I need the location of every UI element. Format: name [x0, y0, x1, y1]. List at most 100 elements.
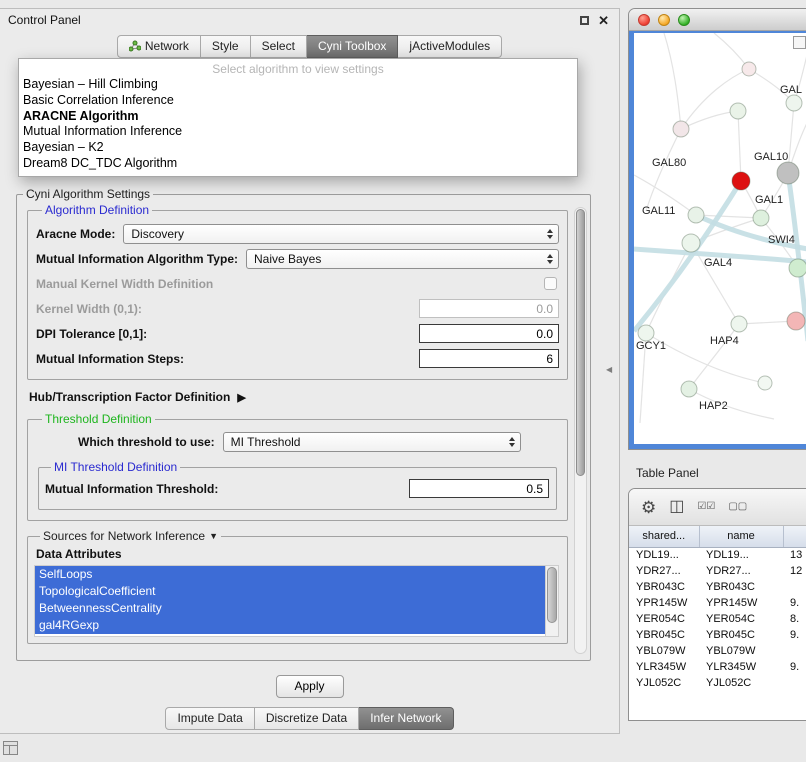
table-row[interactable]: YDL19...YDL19...13: [629, 547, 806, 563]
column-header[interactable]: shared...: [629, 526, 699, 547]
show-columns-icon[interactable]: ◫: [669, 499, 684, 515]
attribute-item[interactable]: TopologicalCoefficient: [35, 583, 545, 600]
table-cell: YLR345W: [699, 659, 783, 675]
column-header[interactable]: name: [699, 526, 783, 547]
table-row[interactable]: YER054CYER054C8.: [629, 611, 806, 627]
table-cell: [783, 579, 806, 595]
network-node[interactable]: [786, 95, 802, 111]
kernel-width-field[interactable]: [419, 299, 559, 318]
algorithm-option[interactable]: ARACNE Algorithm: [19, 109, 577, 125]
table-row[interactable]: YBR043CYBR043C: [629, 579, 806, 595]
network-node[interactable]: [758, 376, 772, 390]
which-threshold-select[interactable]: MI Threshold: [223, 432, 521, 452]
network-node[interactable]: [682, 234, 700, 252]
network-node[interactable]: [638, 325, 654, 341]
algorithm-option[interactable]: Basic Correlation Inference: [19, 93, 577, 109]
kernel-width-label: Kernel Width (0,1):: [36, 302, 142, 316]
dpi-tolerance-row: DPI Tolerance [0,1]:: [36, 321, 559, 346]
network-edge: [681, 111, 738, 129]
close-traffic-light[interactable]: [638, 14, 650, 26]
network-graph[interactable]: GAL80GAL10GAL11GAL1SWI4GAL4GCY1HAP4HAP2G…: [634, 33, 806, 444]
column-header[interactable]: [783, 526, 806, 547]
select-all-icon[interactable]: ☑☑: [697, 502, 715, 512]
network-edge: [664, 33, 681, 129]
scrollbar-thumb[interactable]: [547, 567, 557, 623]
tab-jactivemodules[interactable]: jActiveModules: [398, 35, 502, 58]
attribute-item[interactable]: BetweennessCentrality: [35, 600, 545, 617]
mi-steps-field[interactable]: [419, 349, 559, 368]
attribute-item[interactable]: gal4RGexp: [35, 617, 545, 634]
table-row[interactable]: YBR045CYBR045C9.: [629, 627, 806, 643]
expand-right-icon[interactable]: ▶: [237, 391, 245, 404]
network-node[interactable]: [731, 316, 747, 332]
algorithm-option[interactable]: Bayesian – Hill Climbing: [19, 77, 577, 93]
network-node[interactable]: [787, 312, 805, 330]
node-label: HAP2: [699, 400, 728, 412]
window-titlebar[interactable]: [629, 9, 806, 31]
chevron-updown-icon: [509, 437, 515, 447]
tab-select[interactable]: Select: [251, 35, 307, 58]
chevron-updown-icon: [547, 229, 553, 239]
table-row[interactable]: YDR27...YDR27...12: [629, 563, 806, 579]
birdseye-toggle[interactable]: [793, 36, 806, 49]
algorithm-option[interactable]: Bayesian – K2: [19, 140, 577, 156]
dock-panel-icon[interactable]: [3, 741, 18, 755]
tab-label: Impute Data: [177, 711, 242, 725]
attribute-list-scrollbar[interactable]: [545, 566, 558, 636]
close-icon[interactable]: ✕: [598, 14, 609, 27]
network-node[interactable]: [753, 210, 769, 226]
dropdown-placeholder: Select algorithm to view settings: [19, 61, 577, 77]
tab-cyni-toolbox[interactable]: Cyni Toolbox: [307, 35, 398, 58]
aracne-mode-select[interactable]: Discovery: [123, 224, 559, 244]
tab-style[interactable]: Style: [201, 35, 251, 58]
network-node[interactable]: [777, 162, 799, 184]
table-cell: YER054C: [699, 611, 783, 627]
network-edge: [714, 33, 749, 69]
panel-splitter-arrow[interactable]: ◀: [606, 365, 612, 374]
table-cell: YBR043C: [629, 579, 699, 595]
zoom-traffic-light[interactable]: [678, 14, 690, 26]
apply-button[interactable]: Apply: [275, 675, 343, 698]
mi-threshold-title: MI Threshold Definition: [51, 460, 180, 474]
network-node[interactable]: [688, 207, 704, 223]
deselect-all-icon[interactable]: ▢▢: [728, 502, 747, 512]
table-row[interactable]: YJL052CYJL052C: [629, 675, 806, 691]
settings-scrollbar[interactable]: [574, 207, 587, 654]
tab-network[interactable]: Network: [117, 35, 201, 58]
tab-infer-network[interactable]: Infer Network: [359, 707, 453, 730]
network-node[interactable]: [742, 62, 756, 76]
table-panel-title: Table Panel: [636, 466, 699, 480]
attribute-list[interactable]: SelfLoopsTopologicalCoefficientBetweenne…: [34, 565, 559, 637]
tab-discretize-data[interactable]: Discretize Data: [255, 707, 359, 730]
network-canvas[interactable]: GAL80GAL10GAL11GAL1SWI4GAL4GCY1HAP4HAP2G…: [634, 33, 806, 444]
table-cell: YJL052C: [699, 675, 783, 691]
sources-title[interactable]: Sources for Network Inference▼: [40, 529, 221, 543]
node-label: GAL11: [642, 205, 675, 217]
float-panel-icon[interactable]: [580, 16, 589, 25]
dpi-tolerance-field[interactable]: [419, 324, 559, 343]
mi-type-select[interactable]: Naive Bayes: [246, 249, 559, 269]
mi-threshold-field[interactable]: [409, 479, 549, 498]
algorithm-definition-title: Algorithm Definition: [42, 203, 152, 217]
network-node[interactable]: [730, 103, 746, 119]
algorithm-option[interactable]: Dream8 DC_TDC Algorithm: [19, 156, 577, 172]
tab-impute-data[interactable]: Impute Data: [165, 707, 254, 730]
minimize-traffic-light[interactable]: [658, 14, 670, 26]
table-row[interactable]: YPR145WYPR145W9.: [629, 595, 806, 611]
mi-type-value: Naive Bayes: [254, 252, 547, 266]
expand-down-icon[interactable]: ▼: [209, 531, 218, 541]
network-node[interactable]: [673, 121, 689, 137]
table-row[interactable]: YLR345WYLR345W9.: [629, 659, 806, 675]
hub-definition-toggle[interactable]: Hub/Transcription Factor Definition ▶: [29, 390, 568, 404]
network-node[interactable]: [789, 259, 806, 277]
scrollbar-thumb[interactable]: [576, 209, 585, 476]
network-node[interactable]: [732, 172, 750, 190]
hub-definition-label: Hub/Transcription Factor Definition: [29, 390, 230, 404]
attribute-item[interactable]: SelfLoops: [35, 566, 545, 583]
table-row[interactable]: YBL079WYBL079W: [629, 643, 806, 659]
gear-icon[interactable]: ⚙: [641, 499, 656, 516]
manual-kernel-checkbox[interactable]: [544, 277, 557, 290]
network-node[interactable]: [681, 381, 697, 397]
which-threshold-value: MI Threshold: [231, 435, 509, 449]
algorithm-option[interactable]: Mutual Information Inference: [19, 124, 577, 140]
